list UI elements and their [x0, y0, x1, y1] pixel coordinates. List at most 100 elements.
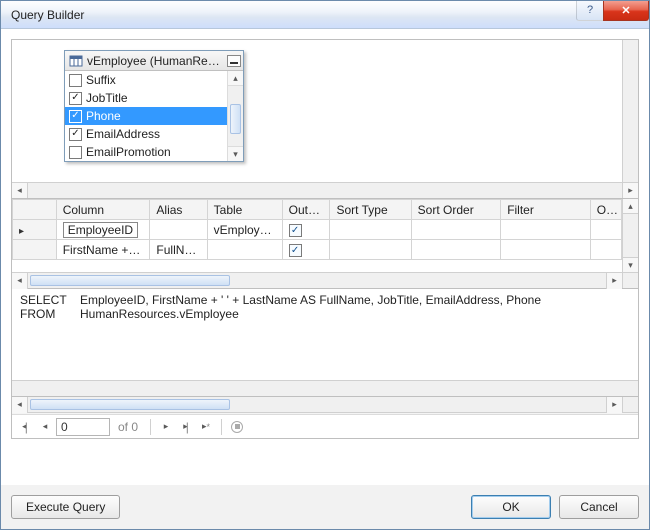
- diagram-pane[interactable]: vEmployee (HumanResou... Suffix JobTitle: [11, 39, 639, 199]
- column-label: Phone: [86, 109, 121, 123]
- grid-row[interactable]: FirstName + ' ... FullNa...: [13, 240, 622, 260]
- grid-vscrollbar[interactable]: ▴ ▾: [622, 199, 638, 272]
- sql-hscrollbar[interactable]: [12, 380, 638, 396]
- cell-table[interactable]: vEmploye...: [207, 220, 282, 240]
- cell-sort-order[interactable]: [411, 220, 501, 240]
- cell-table[interactable]: [207, 240, 282, 260]
- table-column-list[interactable]: Suffix JobTitle Phone: [65, 71, 243, 161]
- scroll-thumb[interactable]: [30, 275, 230, 286]
- cancel-button[interactable]: Cancel: [559, 495, 639, 519]
- scroll-thumb[interactable]: [30, 399, 230, 410]
- scroll-right-icon[interactable]: ▸: [606, 273, 622, 289]
- nav-stop-icon[interactable]: [228, 418, 246, 436]
- column-item-emailpromotion[interactable]: EmailPromotion: [65, 143, 243, 161]
- window-title: Query Builder: [11, 8, 577, 22]
- grid-header-alias[interactable]: Alias: [150, 200, 207, 220]
- cell-column[interactable]: EmployeeID: [56, 220, 150, 240]
- scroll-right-icon[interactable]: ▸: [606, 397, 622, 413]
- cell-alias[interactable]: [150, 220, 207, 240]
- scroll-left-icon[interactable]: ◂: [12, 397, 28, 413]
- checkbox-icon[interactable]: [69, 110, 82, 123]
- table-window-scrollbar[interactable]: ▴ ▾: [227, 71, 243, 161]
- sql-keyword-select: SELECT: [20, 293, 80, 307]
- scroll-corner: [622, 272, 638, 288]
- table-window-header[interactable]: vEmployee (HumanResou...: [65, 51, 243, 71]
- row-pointer-icon[interactable]: [13, 220, 57, 240]
- checkbox-icon: [289, 244, 302, 257]
- table-icon: [69, 54, 83, 68]
- cell-sort-type[interactable]: [330, 240, 411, 260]
- grid-header-output[interactable]: Outp...: [282, 200, 330, 220]
- results-hscrollbar[interactable]: ◂ ▸: [12, 397, 622, 413]
- query-builder-window: Query Builder ? ✕: [0, 0, 650, 530]
- column-item-suffix[interactable]: Suffix: [65, 71, 243, 89]
- scroll-corner: [622, 397, 638, 413]
- table-window-title: vEmployee (HumanResou...: [87, 54, 225, 68]
- column-label: Suffix: [86, 73, 116, 87]
- grid-hscrollbar[interactable]: ◂ ▸: [12, 272, 622, 288]
- ok-button[interactable]: OK: [471, 495, 551, 519]
- scroll-right-icon[interactable]: ▸: [622, 183, 638, 199]
- sql-pane[interactable]: SELECT EmployeeID, FirstName + ' ' + Las…: [11, 289, 639, 397]
- cell-sort-type[interactable]: [330, 220, 411, 240]
- sql-select-body: EmployeeID, FirstName + ' ' + LastName A…: [80, 293, 541, 307]
- cell-output[interactable]: [282, 240, 330, 260]
- column-label: JobTitle: [86, 91, 128, 105]
- checkbox-icon: [289, 224, 302, 237]
- grid-header-or[interactable]: Or...: [590, 200, 621, 220]
- cell-filter[interactable]: [501, 240, 591, 260]
- column-item-jobtitle[interactable]: JobTitle: [65, 89, 243, 107]
- grid-header-row: Column Alias Table Outp... Sort Type Sor…: [13, 200, 622, 220]
- grid-row[interactable]: EmployeeID vEmploye...: [13, 220, 622, 240]
- help-button[interactable]: ?: [576, 1, 604, 21]
- sql-keyword-from: FROM: [20, 307, 80, 321]
- grid-header-sort-type[interactable]: Sort Type: [330, 200, 411, 220]
- cell-sort-order[interactable]: [411, 240, 501, 260]
- close-button[interactable]: ✕: [603, 1, 649, 21]
- diagram-hscrollbar[interactable]: ◂ ▸: [12, 182, 638, 198]
- column-label: EmailPromotion: [86, 145, 171, 159]
- nav-position-input[interactable]: [56, 418, 110, 436]
- scroll-down-icon[interactable]: ▾: [623, 257, 638, 272]
- cell-output[interactable]: [282, 220, 330, 240]
- cell-alias[interactable]: FullNa...: [150, 240, 207, 260]
- scroll-thumb[interactable]: [230, 104, 241, 134]
- record-navigator: ◂| ◂ of 0 ▸ ▸| ▸*: [12, 414, 638, 438]
- titlebar[interactable]: Query Builder ? ✕: [1, 1, 649, 29]
- scroll-left-icon[interactable]: ◂: [12, 183, 28, 199]
- client-area: vEmployee (HumanResou... Suffix JobTitle: [1, 29, 649, 485]
- scroll-left-icon[interactable]: ◂: [12, 273, 28, 289]
- nav-first-icon[interactable]: ◂|: [16, 418, 34, 436]
- results-pane: ◂ ▸ ◂| ◂ of 0 ▸ ▸| ▸*: [11, 397, 639, 439]
- nav-prev-icon[interactable]: ◂: [36, 418, 54, 436]
- dialog-footer: Execute Query OK Cancel: [1, 485, 649, 529]
- nav-last-icon[interactable]: ▸|: [177, 418, 195, 436]
- table-window-vemployee[interactable]: vEmployee (HumanResou... Suffix JobTitle: [64, 50, 244, 162]
- checkbox-icon[interactable]: [69, 74, 82, 87]
- grid-header-sort-order[interactable]: Sort Order: [411, 200, 501, 220]
- checkbox-icon[interactable]: [69, 92, 82, 105]
- sql-from-body: HumanResources.vEmployee: [80, 307, 239, 321]
- row-header[interactable]: [13, 240, 57, 260]
- cell-or[interactable]: [590, 240, 621, 260]
- grid-header-table[interactable]: Table: [207, 200, 282, 220]
- diagram-vscrollbar[interactable]: [622, 40, 638, 182]
- scroll-up-icon[interactable]: ▴: [623, 199, 638, 214]
- criteria-grid-pane[interactable]: Column Alias Table Outp... Sort Type Sor…: [11, 199, 639, 289]
- execute-query-button[interactable]: Execute Query: [11, 495, 120, 519]
- scroll-up-icon[interactable]: ▴: [228, 71, 243, 86]
- criteria-grid[interactable]: Column Alias Table Outp... Sort Type Sor…: [12, 199, 622, 260]
- column-item-phone[interactable]: Phone: [65, 107, 243, 125]
- column-item-emailaddress[interactable]: EmailAddress: [65, 125, 243, 143]
- grid-header-filter[interactable]: Filter: [501, 200, 591, 220]
- cell-column[interactable]: FirstName + ' ...: [56, 240, 150, 260]
- minimize-icon[interactable]: [227, 55, 241, 67]
- checkbox-icon[interactable]: [69, 128, 82, 141]
- scroll-down-icon[interactable]: ▾: [228, 146, 243, 161]
- nav-new-icon[interactable]: ▸*: [197, 418, 215, 436]
- cell-or[interactable]: [590, 220, 621, 240]
- cell-filter[interactable]: [501, 220, 591, 240]
- nav-next-icon[interactable]: ▸: [157, 418, 175, 436]
- grid-header-column[interactable]: Column: [56, 200, 150, 220]
- checkbox-icon[interactable]: [69, 146, 82, 159]
